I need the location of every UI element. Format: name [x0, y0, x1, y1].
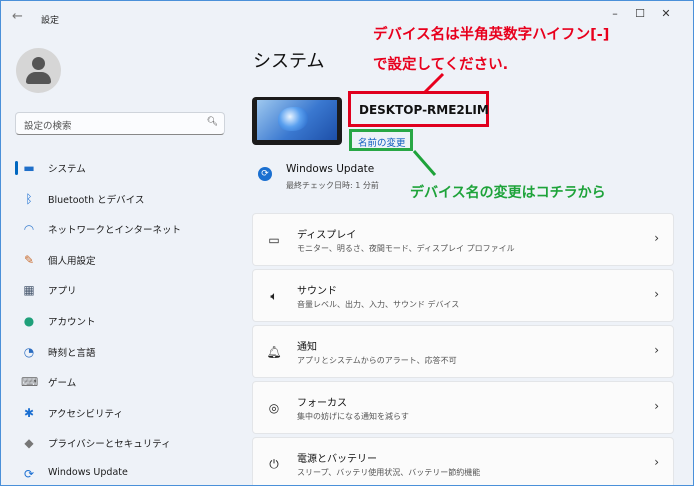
chevron-right-icon: ›	[654, 231, 659, 245]
windows-update-icon: ⟳	[258, 167, 272, 181]
card-subtitle: スリープ、バッテリ使用状況、バッテリー節約機能	[297, 468, 481, 477]
windows-update-title[interactable]: Windows Update	[286, 163, 374, 175]
chevron-right-icon: ›	[654, 343, 659, 357]
card-subtitle: 音量レベル、出力、入力、サウンド デバイス	[297, 300, 460, 309]
card-notifications[interactable]: 🔔︎ 通知 アプリとシステムからのアラート、応答不可 ›	[252, 325, 674, 378]
card-title: 電源とバッテリー	[297, 454, 377, 465]
card-title: 通知	[297, 342, 317, 353]
card-sound[interactable]: 🔈︎ サウンド 音量レベル、出力、入力、サウンド デバイス ›	[252, 269, 674, 322]
card-subtitle: 集中の妨げになる通知を減らす	[297, 412, 409, 421]
speaker-icon: 🔈︎	[270, 289, 278, 303]
card-subtitle: モニター、明るさ、夜間モード、ディスプレイ プロファイル	[297, 244, 515, 253]
windows-update-subtitle: 最終チェック日時: 1 分前	[286, 181, 379, 190]
card-focus[interactable]: ◎ フォーカス 集中の妨げになる通知を減らす ›	[252, 381, 674, 434]
focus-icon: ◎	[268, 401, 280, 415]
power-icon: ⏻	[269, 457, 279, 471]
card-subtitle: アプリとシステムからのアラート、応答不可	[297, 356, 457, 365]
card-title: ディスプレイ	[297, 230, 357, 241]
card-display[interactable]: ▭ ディスプレイ モニター、明るさ、夜間モード、ディスプレイ プロファイル ›	[252, 213, 674, 266]
green-pointer-line	[412, 150, 437, 176]
chevron-right-icon: ›	[654, 399, 659, 413]
bell-icon: 🔔︎	[266, 345, 282, 359]
chevron-right-icon: ›	[654, 287, 659, 301]
card-title: フォーカス	[297, 398, 347, 409]
settings-window: ← 設定 – ☐ ✕ 設定の検索 🔍︎ ▬ システム ᛒ Bluetooth と…	[0, 0, 694, 486]
display-icon: ▭	[268, 233, 280, 247]
chevron-right-icon: ›	[654, 455, 659, 469]
card-power-battery[interactable]: ⏻ 電源とバッテリー スリープ、バッテリ使用状況、バッテリー節約機能 ›	[252, 437, 674, 485]
red-pointer-line	[423, 72, 445, 94]
card-title: サウンド	[297, 286, 337, 297]
